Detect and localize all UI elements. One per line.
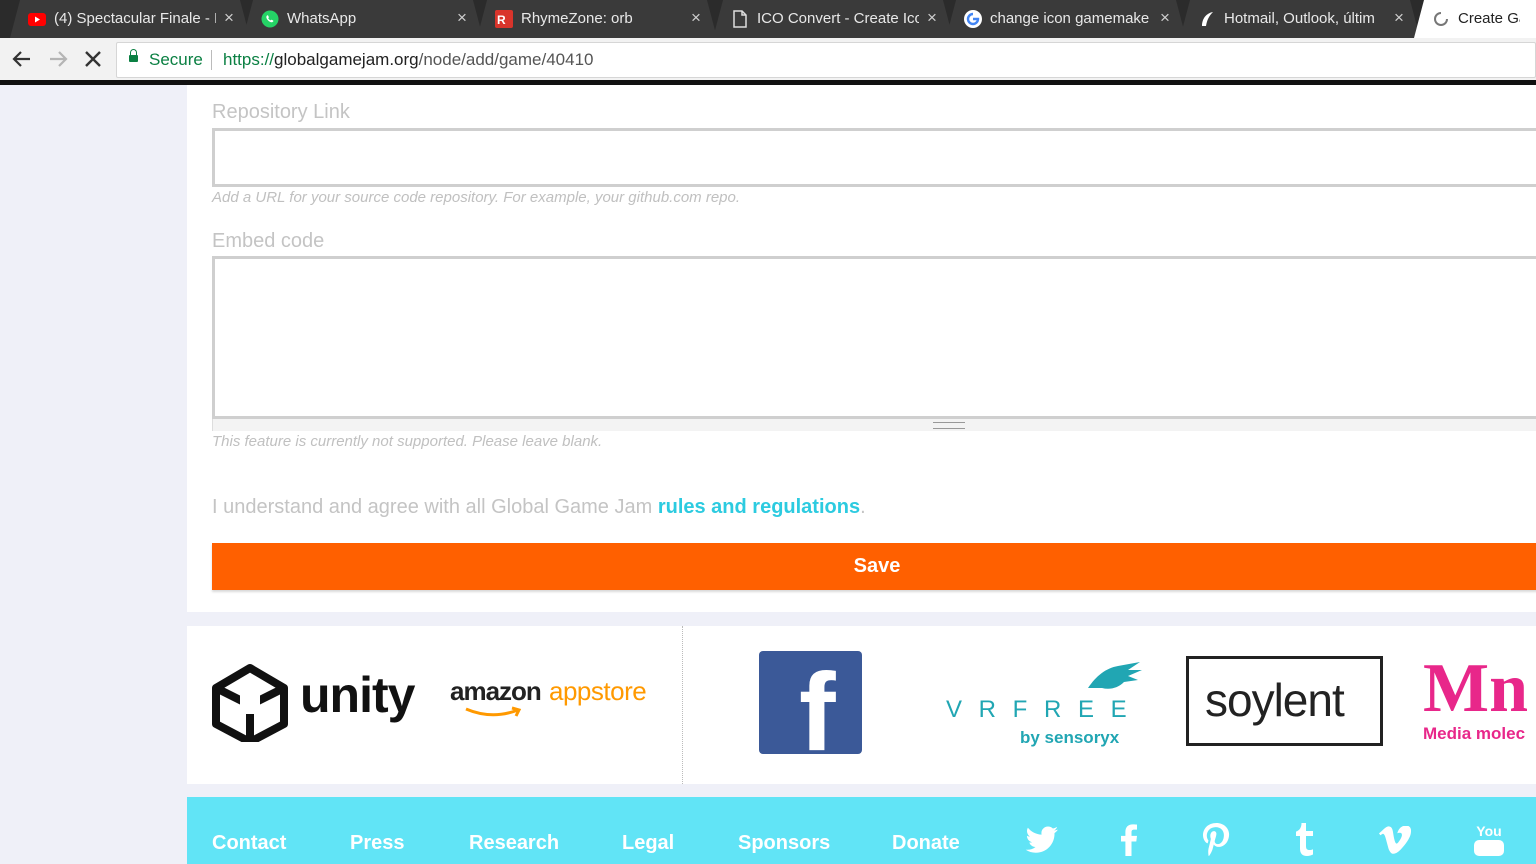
whatsapp-icon [261, 10, 279, 28]
facebook-letter: f [799, 651, 836, 755]
back-arrow-icon [12, 51, 30, 67]
vimeo-icon[interactable] [1379, 822, 1411, 858]
url-input[interactable]: Secure https://globalgamejam.org/node/ad… [116, 42, 1536, 78]
footer-link-sponsors[interactable]: Sponsors [738, 832, 830, 855]
sensoryx-wordmark: by sensoryx [1020, 728, 1120, 747]
media-molecule-wordmark: Media molec [1423, 724, 1526, 743]
close-tab-icon[interactable]: × [222, 8, 236, 26]
tab-outlook[interactable]: Hotmail, Outlook, últim × [1180, 0, 1420, 38]
footer-link-donate[interactable]: Donate [892, 832, 960, 855]
tab-whatsapp[interactable]: WhatsApp × [243, 0, 483, 38]
tab-title: (4) Spectacular Finale - F [54, 10, 216, 27]
twitter-icon[interactable] [1024, 822, 1060, 858]
tab-create-game[interactable]: Create Gam [1414, 0, 1536, 38]
footer-link-press[interactable]: Press [350, 832, 405, 855]
amazon-appstore-logo[interactable]: amazon appstore [450, 676, 660, 726]
footer-link-contact[interactable]: Contact [212, 832, 286, 855]
facebook-icon[interactable] [1119, 822, 1139, 858]
stop-loading-button[interactable] [81, 47, 105, 71]
google-icon [964, 10, 982, 28]
tab-title: Create Gam [1458, 10, 1519, 27]
media-molecule-mark: Mn [1423, 650, 1528, 727]
rules-link[interactable]: rules and regulations [658, 496, 860, 518]
footer-link-legal[interactable]: Legal [622, 832, 674, 855]
url-text[interactable]: https://globalgamejam.org/node/add/game/… [223, 50, 594, 70]
tumblr-icon[interactable] [1292, 822, 1316, 858]
tab-title: RhymeZone: orb [521, 10, 633, 27]
game-form-card: Repository Link Add a URL for your sourc… [187, 85, 1536, 612]
soylent-logo[interactable]: soylent [1186, 656, 1383, 746]
tab-title: ICO Convert - Create Ico [757, 10, 919, 27]
close-tab-icon[interactable]: × [925, 8, 939, 26]
agreement-text: I understand and agree with all Global G… [212, 496, 866, 518]
tab-strip: (4) Spectacular Finale - F × WhatsApp × … [0, 0, 1536, 38]
forward-button[interactable] [46, 47, 70, 71]
amazon-smile-icon [465, 706, 522, 717]
security-indicator[interactable]: Secure [149, 50, 203, 70]
embed-code-textarea[interactable] [212, 256, 1536, 419]
tab-ico-convert[interactable]: ICO Convert - Create Ico × [713, 0, 953, 38]
save-button[interactable]: Save [212, 543, 1536, 590]
youtube-icon [28, 10, 46, 28]
close-tab-icon[interactable]: × [1158, 8, 1172, 26]
media-molecule-logo[interactable]: Mn Media molec [1423, 654, 1536, 748]
repository-help-text: Add a URL for your source code repositor… [212, 189, 741, 206]
grip-icon [933, 422, 965, 429]
divider [211, 50, 212, 70]
unity-logo-icon [212, 664, 288, 742]
unity-wordmark: unity [300, 667, 415, 723]
youtube-icon[interactable]: You [1472, 822, 1506, 858]
unity-logo[interactable]: unity [212, 662, 422, 742]
close-tab-icon[interactable]: × [689, 8, 703, 26]
footer-link-research[interactable]: Research [469, 832, 559, 855]
pinterest-icon[interactable] [1201, 822, 1231, 858]
embed-code-label: Embed code [212, 230, 325, 252]
tab-title: WhatsApp [287, 10, 357, 27]
tab-rhymezone[interactable]: R RhymeZone: orb × [477, 0, 717, 38]
close-icon [85, 51, 101, 67]
svg-text:R: R [497, 13, 506, 27]
repository-link-input[interactable] [212, 128, 1536, 187]
lock-icon [129, 49, 138, 62]
textarea-resize-handle[interactable] [212, 419, 1536, 431]
youtube-badge [1474, 840, 1504, 856]
rhymezone-icon: R [495, 10, 513, 28]
youtube-label: You [1476, 823, 1502, 839]
forward-arrow-icon [50, 51, 68, 67]
document-icon [731, 10, 749, 28]
amazon-wordmark: amazon [450, 676, 542, 706]
back-button[interactable] [10, 47, 34, 71]
vrfree-logo[interactable]: V R F R E E by sensoryx [944, 658, 1154, 753]
embed-help-text: This feature is currently not supported.… [212, 433, 603, 450]
page-body: Repository Link Add a URL for your sourc… [0, 85, 1536, 864]
address-bar: Secure https://globalgamejam.org/node/ad… [0, 38, 1536, 85]
tab-youtube[interactable]: (4) Spectacular Finale - F × [10, 0, 250, 38]
tab-title: Hotmail, Outlook, últim [1224, 10, 1375, 27]
close-tab-icon[interactable]: × [455, 8, 469, 26]
facebook-logo-icon[interactable]: f [759, 651, 862, 754]
outlook-icon [1198, 10, 1216, 28]
repository-link-label: Repository Link [212, 101, 350, 123]
site-footer: Contact Press Research Legal Sponsors Do… [187, 797, 1536, 864]
tab-google-search[interactable]: change icon gamemake × [946, 0, 1186, 38]
divider [682, 626, 683, 784]
tab-title: change icon gamemake [990, 10, 1150, 27]
vrfree-wordmark: V R F R E E [946, 696, 1132, 723]
sponsor-strip: unity amazon appstore f V R F R E E by s… [187, 626, 1536, 784]
loading-icon [1432, 10, 1450, 28]
soylent-wordmark: soylent [1205, 674, 1345, 726]
glove-hand-icon [1088, 662, 1142, 689]
close-tab-icon[interactable]: × [1392, 8, 1406, 26]
appstore-wordmark: appstore [549, 676, 647, 706]
